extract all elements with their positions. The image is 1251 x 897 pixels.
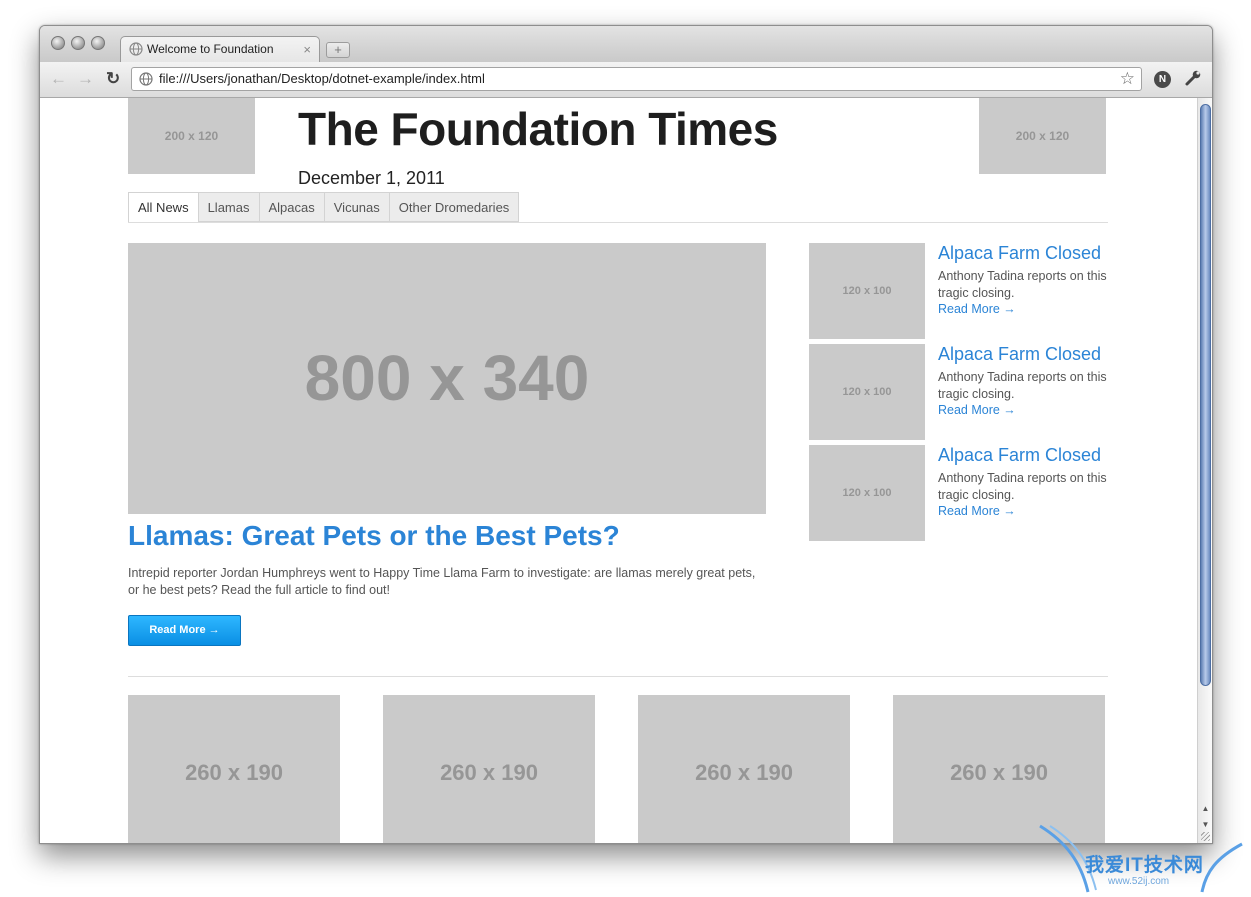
tab-vicunas[interactable]: Vicunas [324, 192, 390, 222]
tab-other-dromedaries[interactable]: Other Dromedaries [389, 192, 520, 222]
feature-image-placeholder: 800 x 340 [128, 243, 766, 514]
browser-toolbar: ← → ↻ file:///Users/jonathan/Desktop/dot… [40, 62, 1212, 98]
page-title: The Foundation Times [298, 103, 778, 155]
side-story-title-link[interactable]: Alpaca Farm Closed [938, 344, 1101, 365]
wrench-icon[interactable] [1184, 69, 1202, 87]
scroll-up-icon[interactable]: ▲ [1200, 804, 1211, 813]
side-story-summary: Anthony Tadina reports on this tragic cl… [938, 370, 1107, 401]
globe-icon [129, 42, 143, 56]
close-window-button[interactable] [51, 36, 65, 50]
new-tab-button[interactable]: + [326, 42, 350, 58]
section-divider [128, 676, 1108, 677]
left-logo-placeholder: 200 x 120 [128, 98, 255, 174]
page-date: December 1, 2011 [298, 168, 445, 188]
zoom-window-button[interactable] [91, 36, 105, 50]
bottom-image-placeholder: 260 x 190 [638, 695, 850, 843]
bottom-image-placeholder: 260 x 190 [128, 695, 340, 843]
side-story-read-more-link[interactable]: Read More → [938, 302, 1016, 316]
bottom-image-placeholder: 260 x 190 [893, 695, 1105, 843]
tab-llamas[interactable]: Llamas [198, 192, 260, 222]
section-tabs: All News Llamas Alpacas Vicunas Other Dr… [128, 192, 520, 223]
tab-title: Welcome to Foundation [147, 42, 274, 56]
tabs-divider [128, 222, 1108, 223]
reload-icon[interactable]: ↻ [106, 70, 120, 87]
right-logo-placeholder: 200 x 120 [979, 98, 1106, 174]
side-story-thumb: 120 x 100 [809, 344, 925, 440]
read-more-button[interactable]: Read More → [128, 615, 241, 646]
browser-tab[interactable]: Welcome to Foundation × [120, 36, 320, 62]
side-story-thumb: 120 x 100 [809, 445, 925, 541]
side-story-title-link[interactable]: Alpaca Farm Closed [938, 445, 1101, 466]
bottom-image-placeholder: 260 x 190 [383, 695, 595, 843]
tab-alpacas[interactable]: Alpacas [259, 192, 325, 222]
scrollbar-thumb[interactable] [1200, 104, 1211, 686]
side-story-read-more-link[interactable]: Read More → [938, 504, 1016, 518]
title-bar: Welcome to Foundation × + [40, 26, 1212, 62]
forward-arrow-icon[interactable]: → [77, 70, 94, 87]
side-story-thumb: 120 x 100 [809, 243, 925, 339]
vertical-scrollbar[interactable]: ▲ ▼ [1197, 98, 1212, 843]
tab-close-icon[interactable]: × [303, 37, 311, 62]
minimize-window-button[interactable] [71, 36, 85, 50]
tab-all-news[interactable]: All News [128, 192, 199, 223]
browser-window: Welcome to Foundation × + ← → ↻ file:///… [39, 25, 1213, 844]
side-story-summary: Anthony Tadina reports on this tragic cl… [938, 269, 1107, 300]
watermark-text: 我爱IT技术网 [1085, 855, 1204, 876]
feature-summary: Intrepid reporter Jordan Humphreys went … [128, 566, 756, 597]
bookmark-star-icon[interactable]: ☆ [1120, 68, 1135, 90]
url-text: file:///Users/jonathan/Desktop/dotnet-ex… [159, 71, 485, 86]
globe-icon [139, 72, 153, 86]
address-bar[interactable]: file:///Users/jonathan/Desktop/dotnet-ex… [131, 67, 1142, 91]
page-viewport: 200 x 120 The Foundation Times December … [40, 98, 1197, 843]
back-arrow-icon[interactable]: ← [50, 70, 67, 87]
watermark-url: www.52ij.com [1108, 876, 1170, 887]
feature-headline-link[interactable]: Llamas: Great Pets or the Best Pets? [128, 520, 620, 552]
side-story-summary: Anthony Tadina reports on this tragic cl… [938, 471, 1107, 502]
side-story-title-link[interactable]: Alpaca Farm Closed [938, 243, 1101, 264]
extension-n-icon[interactable]: N [1154, 71, 1171, 88]
side-story-read-more-link[interactable]: Read More → [938, 403, 1016, 417]
